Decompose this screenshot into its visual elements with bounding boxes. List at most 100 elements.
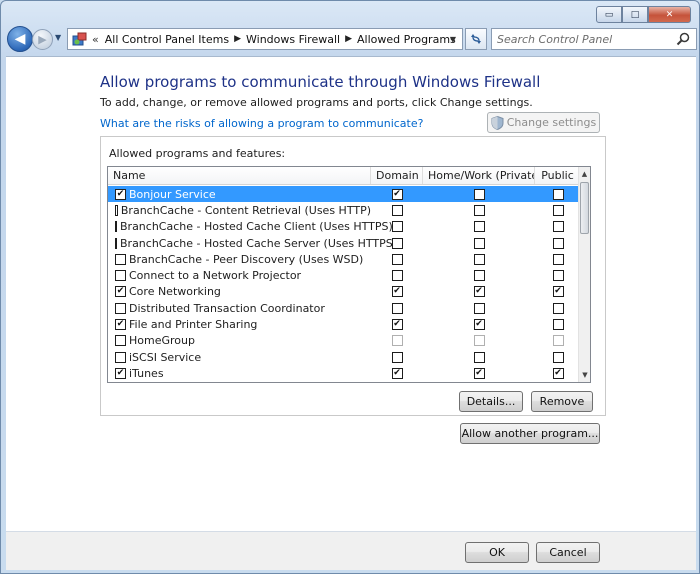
table-row[interactable]: BranchCache - Hosted Cache Server (Uses … [108,235,582,251]
column-header-name[interactable]: Name [108,167,371,184]
program-name: Distributed Transaction Coordinator [129,301,325,315]
address-bar[interactable]: « All Control Panel Items ▶ Windows Fire… [67,28,463,50]
breadcrumb-allowed-programs[interactable]: Allowed Programs [357,33,456,46]
recent-pages-dropdown-icon[interactable]: ▼ [55,33,61,42]
home-work-checkbox[interactable] [473,335,485,347]
public-checkbox[interactable] [552,351,564,363]
program-enabled-checkbox[interactable] [115,221,117,233]
program-enabled-checkbox[interactable]: ✔ [115,367,126,379]
program-enabled-checkbox[interactable]: ✔ [115,188,126,200]
table-row[interactable]: iSCSI Service [108,349,582,365]
allow-another-program-button[interactable]: Allow another program... [460,423,600,444]
breadcrumb-windows-firewall[interactable]: Windows Firewall [246,33,340,46]
remove-button[interactable]: Remove [531,391,593,412]
domain-checkbox[interactable]: ✔ [391,367,403,379]
scroll-down-icon[interactable]: ▼ [579,368,590,382]
change-settings-button[interactable]: Change settings [487,112,600,133]
public-checkbox[interactable] [552,253,564,265]
program-enabled-checkbox[interactable] [115,335,126,347]
public-checkbox[interactable] [552,335,564,347]
breadcrumb-arrow-icon[interactable]: ▶ [234,34,241,44]
column-header-domain[interactable]: Domain [371,167,423,184]
home-work-checkbox[interactable]: ✔ [473,367,485,379]
home-work-checkbox[interactable]: ✔ [473,286,485,298]
domain-checkbox[interactable]: ✔ [391,286,403,298]
domain-cell [371,253,423,265]
table-row[interactable]: Distributed Transaction Coordinator [108,300,582,316]
home-work-cell [423,188,535,200]
list-header: Name Domain Home/Work (Private) Public [108,167,586,185]
domain-checkbox[interactable] [391,270,403,282]
program-enabled-checkbox[interactable] [115,270,126,282]
details-button[interactable]: Details... [459,391,523,412]
home-work-checkbox[interactable] [473,221,485,233]
home-work-checkbox[interactable] [473,270,485,282]
table-row[interactable]: ✔ File and Printer Sharing ✔ ✔ [108,316,582,332]
forward-button[interactable]: ▶ [32,29,53,50]
program-enabled-checkbox[interactable] [115,351,126,363]
program-enabled-checkbox[interactable]: ✔ [115,319,126,331]
breadcrumb-arrow-icon[interactable]: ▶ [345,34,352,44]
program-enabled-checkbox[interactable] [115,204,118,216]
address-dropdown-icon[interactable]: ▼ [444,29,462,49]
program-enabled-checkbox[interactable] [115,253,126,265]
public-checkbox[interactable]: ✔ [552,286,564,298]
table-row[interactable]: BranchCache - Peer Discovery (Uses WSD) [108,251,582,267]
program-enabled-checkbox[interactable] [115,302,126,314]
refresh-button[interactable] [465,28,487,50]
search-icon[interactable] [676,32,690,46]
table-row[interactable]: ✔ Core Networking ✔ ✔ ✔ [108,284,582,300]
home-work-checkbox[interactable] [473,204,485,216]
program-enabled-checkbox[interactable] [115,237,117,249]
maximize-button[interactable]: □ [622,6,648,23]
home-work-checkbox[interactable] [473,302,485,314]
scrollbar-thumb[interactable] [580,182,589,234]
home-work-checkbox[interactable] [473,237,485,249]
domain-checkbox[interactable]: ✔ [391,319,403,331]
back-button[interactable]: ◀ [7,26,33,52]
domain-checkbox[interactable] [391,335,403,347]
table-row[interactable]: Connect to a Network Projector [108,267,582,283]
program-enabled-checkbox[interactable]: ✔ [115,286,126,298]
table-row[interactable]: HomeGroup [108,333,582,349]
home-work-checkbox[interactable]: ✔ [473,319,485,331]
scroll-up-icon[interactable]: ▲ [579,167,590,181]
domain-checkbox[interactable] [391,237,403,249]
breadcrumb-all-control-panel-items[interactable]: All Control Panel Items [105,33,229,46]
close-button[interactable]: ✕ [648,6,691,23]
cancel-button[interactable]: Cancel [536,542,600,563]
public-checkbox[interactable] [552,221,564,233]
minimize-button[interactable]: ▭ [596,6,622,23]
home-work-cell [423,335,535,347]
public-checkbox[interactable] [552,188,564,200]
allowed-programs-list[interactable]: Name Domain Home/Work (Private) Public ✔… [107,166,591,383]
domain-checkbox[interactable] [391,253,403,265]
risks-help-link[interactable]: What are the risks of allowing a program… [100,117,423,130]
column-header-home-work[interactable]: Home/Work (Private) [423,167,535,184]
table-row[interactable]: ✔ iTunes ✔ ✔ ✔ [108,365,582,381]
domain-cell: ✔ [371,188,423,200]
domain-checkbox[interactable] [391,351,403,363]
domain-checkbox[interactable] [391,302,403,314]
public-checkbox[interactable] [552,302,564,314]
search-input[interactable]: Search Control Panel [491,28,697,50]
home-work-checkbox[interactable] [473,253,485,265]
domain-checkbox[interactable] [391,204,403,216]
table-row[interactable]: BranchCache - Hosted Cache Client (Uses … [108,219,582,235]
refresh-icon [471,34,481,44]
vertical-scrollbar[interactable]: ▲ ▼ [578,167,590,382]
chevron-double-left-icon[interactable]: « [92,33,99,46]
table-row[interactable]: BranchCache - Content Retrieval (Uses HT… [108,202,582,218]
ok-button[interactable]: OK [465,542,529,563]
domain-checkbox[interactable]: ✔ [391,188,403,200]
home-work-checkbox[interactable] [473,188,485,200]
domain-checkbox[interactable] [391,221,403,233]
public-checkbox[interactable] [552,204,564,216]
table-row[interactable]: ✔ Bonjour Service ✔ [108,186,582,203]
public-checkbox[interactable] [552,319,564,331]
home-work-checkbox[interactable] [473,351,485,363]
column-header-public[interactable]: Public [535,167,581,184]
public-checkbox[interactable] [552,270,564,282]
public-checkbox[interactable] [552,237,564,249]
public-checkbox[interactable]: ✔ [552,367,564,379]
